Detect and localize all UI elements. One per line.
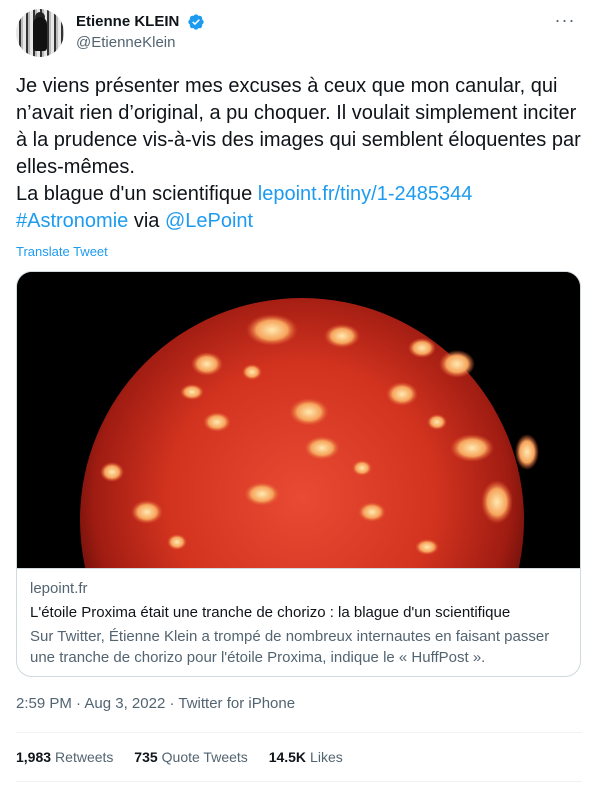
translate-tweet-link[interactable]: Translate Tweet [16, 244, 108, 259]
more-horizontal-icon[interactable]: ··· [552, 11, 578, 33]
hashtag-link[interactable]: #Astronomie [16, 210, 128, 232]
mention-link[interactable]: @LePoint [165, 210, 253, 232]
author-names: Etienne KLEIN @EtienneKlein [76, 12, 205, 53]
tweet-text: Je viens présenter mes excuses à ceux qu… [16, 73, 582, 235]
card-body[interactable]: lepoint.fr L'étoile Proxima était une tr… [17, 568, 580, 676]
card-image[interactable] [17, 272, 580, 568]
card-domain: lepoint.fr [30, 580, 88, 597]
likes-count: 14.5K [268, 749, 307, 765]
tweet-time[interactable]: 2:59 PM [16, 695, 72, 712]
tweet: Etienne KLEIN @EtienneKlein ··· Je viens… [0, 0, 598, 785]
tweet-link[interactable]: lepoint.fr/tiny/1-2485344 [258, 183, 473, 205]
quote-tweets-stat[interactable]: 735 Quote Tweets [134, 749, 248, 765]
divider-top [16, 732, 582, 733]
tweet-header: Etienne KLEIN @EtienneKlein ··· [16, 9, 582, 59]
likes-label: Likes [310, 749, 343, 765]
meta-separator-2: · [165, 695, 179, 712]
avatar-figure [33, 17, 47, 51]
quote-tweets-count: 735 [134, 749, 158, 765]
retweets-count: 1,983 [16, 749, 52, 765]
likes-stat[interactable]: 14.5K Likes [269, 749, 343, 765]
card-title: L'étoile Proxima était une tranche de ch… [30, 604, 511, 621]
tweet-meta: 2:59 PM · Aug 3, 2022 · Twitter for iPho… [16, 695, 295, 712]
quote-tweets-label: Quote Tweets [161, 749, 248, 765]
tweet-date[interactable]: Aug 3, 2022 [84, 695, 165, 712]
divider-bottom [16, 781, 582, 782]
retweets-label: Retweets [55, 749, 114, 765]
card-description: Sur Twitter, Étienne Klein a trompé de n… [30, 628, 550, 666]
retweets-stat[interactable]: 1,983 Retweets [16, 749, 113, 765]
verified-badge-icon [188, 14, 204, 30]
display-name[interactable]: Etienne KLEIN [76, 12, 179, 32]
tweet-stats: 1,983 Retweets 735 Quote Tweets 14.5K Likes [16, 749, 360, 765]
handle[interactable]: @EtienneKlein [76, 33, 205, 53]
avatar[interactable] [16, 9, 64, 57]
link-card[interactable]: lepoint.fr L'étoile Proxima était une tr… [16, 271, 581, 677]
tweet-source[interactable]: Twitter for iPhone [178, 695, 295, 712]
chorizo-image [17, 272, 580, 568]
meta-separator: · [71, 695, 85, 712]
via-text: via [128, 210, 165, 232]
